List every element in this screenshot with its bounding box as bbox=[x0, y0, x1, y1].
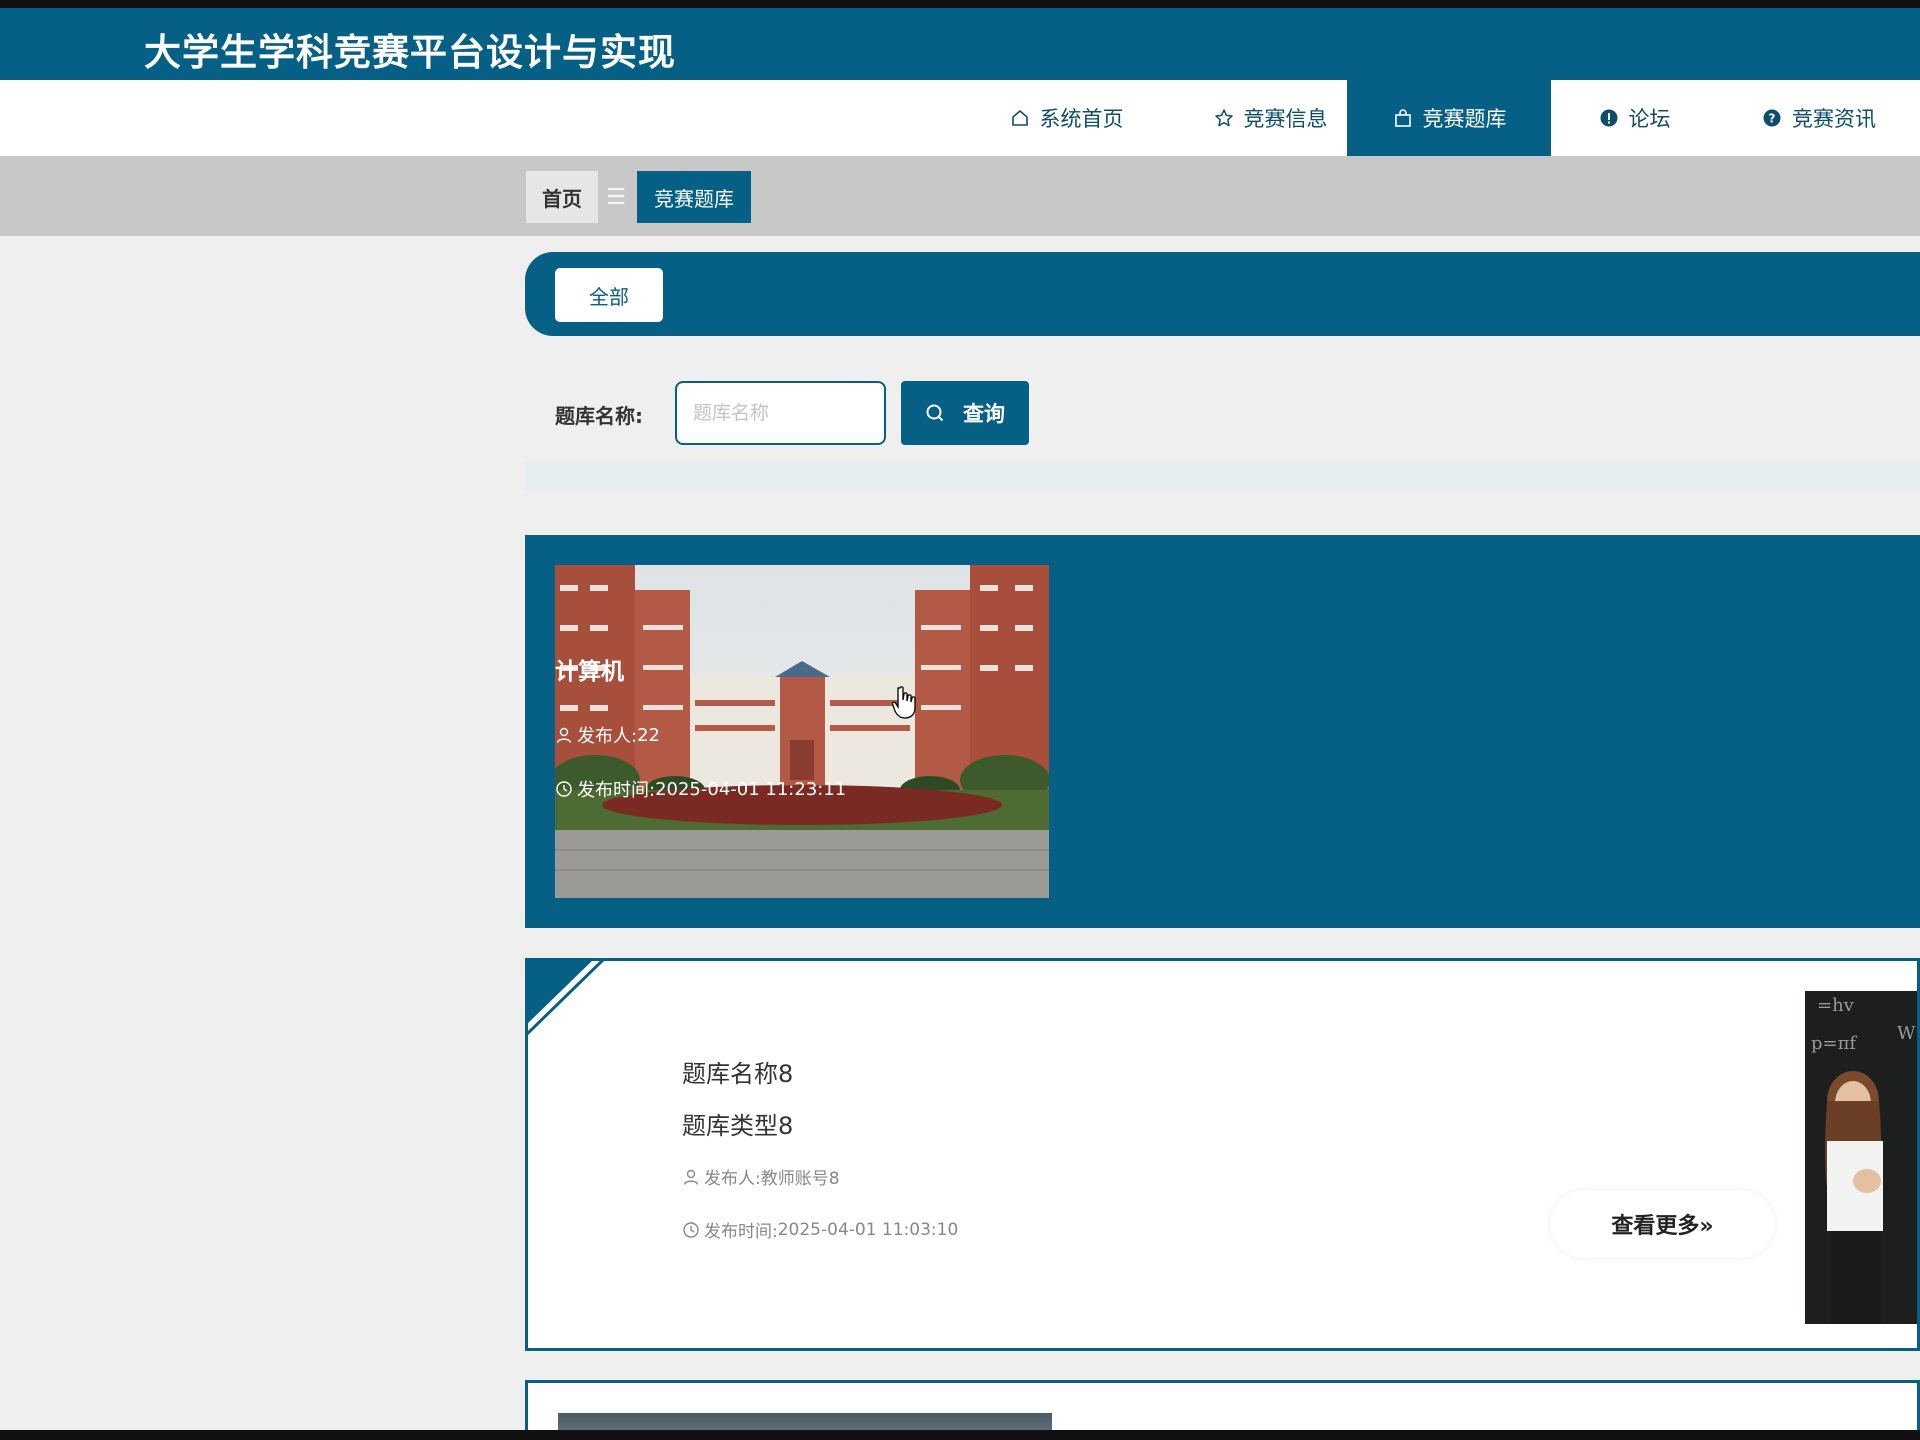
search-button-label: 查询 bbox=[963, 402, 1005, 426]
nav-item-home[interactable]: 系统首页 bbox=[966, 80, 1166, 156]
search-label: 题库名称: bbox=[555, 404, 643, 428]
nav-label: 系统首页 bbox=[1039, 107, 1124, 131]
nav-label: 竞赛资讯 bbox=[1792, 107, 1876, 131]
nav-label: 竞赛信息 bbox=[1243, 107, 1328, 131]
svg-text:p=πf: p=πf bbox=[1811, 1033, 1857, 1054]
clock-icon bbox=[682, 1221, 700, 1239]
card-title[interactable]: 计算机 bbox=[555, 652, 624, 686]
publisher-label: 发布人: bbox=[704, 1169, 761, 1189]
site-title: 大学生学科竞赛平台设计与实现 bbox=[144, 31, 676, 74]
category-tab-all[interactable]: 全部 bbox=[555, 268, 663, 322]
nav-item-forum[interactable]: 论坛 bbox=[1551, 80, 1717, 156]
breadcrumb-separator-icon: ☰ bbox=[606, 184, 626, 210]
card-type: 题库类型8 bbox=[682, 1112, 794, 1140]
user-icon bbox=[555, 726, 573, 744]
card-publish-time: 发布时间: 2025-04-01 11:23:11 bbox=[555, 776, 846, 802]
nav-label: 论坛 bbox=[1628, 107, 1671, 131]
nav-item-competition-info[interactable]: 竞赛信息 bbox=[1170, 80, 1370, 156]
card-title[interactable]: 题库名称8 bbox=[682, 1054, 793, 1089]
publisher-value: 教师账号8 bbox=[760, 1169, 840, 1189]
girl-at-chalkboard-photo: =hv p=πf W bbox=[1805, 991, 1917, 1324]
time-value: 2025-04-01 11:23:11 bbox=[655, 778, 847, 800]
nav-label: 竞赛题库 bbox=[1422, 107, 1507, 131]
info-icon bbox=[1598, 107, 1620, 129]
breadcrumb: 首页 ☰ 竞赛题库 bbox=[0, 156, 1920, 236]
time-value: 2025-04-01 11:03:10 bbox=[777, 1219, 959, 1240]
category-filter-bar: 全部 bbox=[525, 252, 1920, 336]
breadcrumb-current: 竞赛题库 bbox=[637, 171, 751, 223]
view-more-button[interactable]: 查看更多» bbox=[1550, 1190, 1775, 1258]
main-nav: 系统首页 竞赛信息 竞赛题库 论坛 ? 竞赛资讯 bbox=[0, 80, 1920, 156]
nav-item-question-bank[interactable]: 竞赛题库 bbox=[1347, 80, 1551, 156]
help-icon: ? bbox=[1761, 107, 1783, 129]
search-button[interactable]: 查询 bbox=[901, 381, 1029, 445]
card-publisher: 发布人: 22 bbox=[555, 722, 660, 748]
clock-icon bbox=[555, 780, 573, 798]
svg-text:W: W bbox=[1897, 1023, 1916, 1044]
star-icon bbox=[1213, 107, 1235, 129]
question-bank-card[interactable] bbox=[525, 535, 1920, 928]
publisher-value: 22 bbox=[637, 724, 660, 746]
corner-decoration bbox=[528, 961, 605, 1036]
svg-text:=hv: =hv bbox=[1817, 995, 1855, 1016]
breadcrumb-home[interactable]: 首页 bbox=[526, 171, 598, 223]
nav-item-news[interactable]: ? 竞赛资讯 bbox=[1717, 80, 1920, 156]
search-icon bbox=[925, 403, 945, 423]
svg-text:?: ? bbox=[1769, 112, 1776, 126]
user-icon bbox=[682, 1168, 700, 1186]
time-label: 发布时间: bbox=[577, 780, 656, 801]
home-icon bbox=[1009, 107, 1031, 129]
divider bbox=[525, 462, 1920, 490]
top-header: 大学生学科竞赛平台设计与实现 bbox=[0, 0, 1920, 80]
screen-bottom-edge bbox=[0, 1430, 1920, 1440]
question-bank-card[interactable]: =hv p=πf W bbox=[525, 958, 1920, 1351]
search-input[interactable] bbox=[675, 381, 886, 445]
time-label: 发布时间: bbox=[704, 1222, 778, 1242]
bag-icon bbox=[1392, 107, 1414, 129]
card-publisher: 发布人: 教师账号8 bbox=[682, 1164, 840, 1189]
hand-cursor-icon bbox=[892, 686, 916, 719]
card-publish-time: 发布时间: 2025-04-01 11:03:10 bbox=[682, 1217, 958, 1242]
publisher-label: 发布人: bbox=[577, 726, 638, 747]
